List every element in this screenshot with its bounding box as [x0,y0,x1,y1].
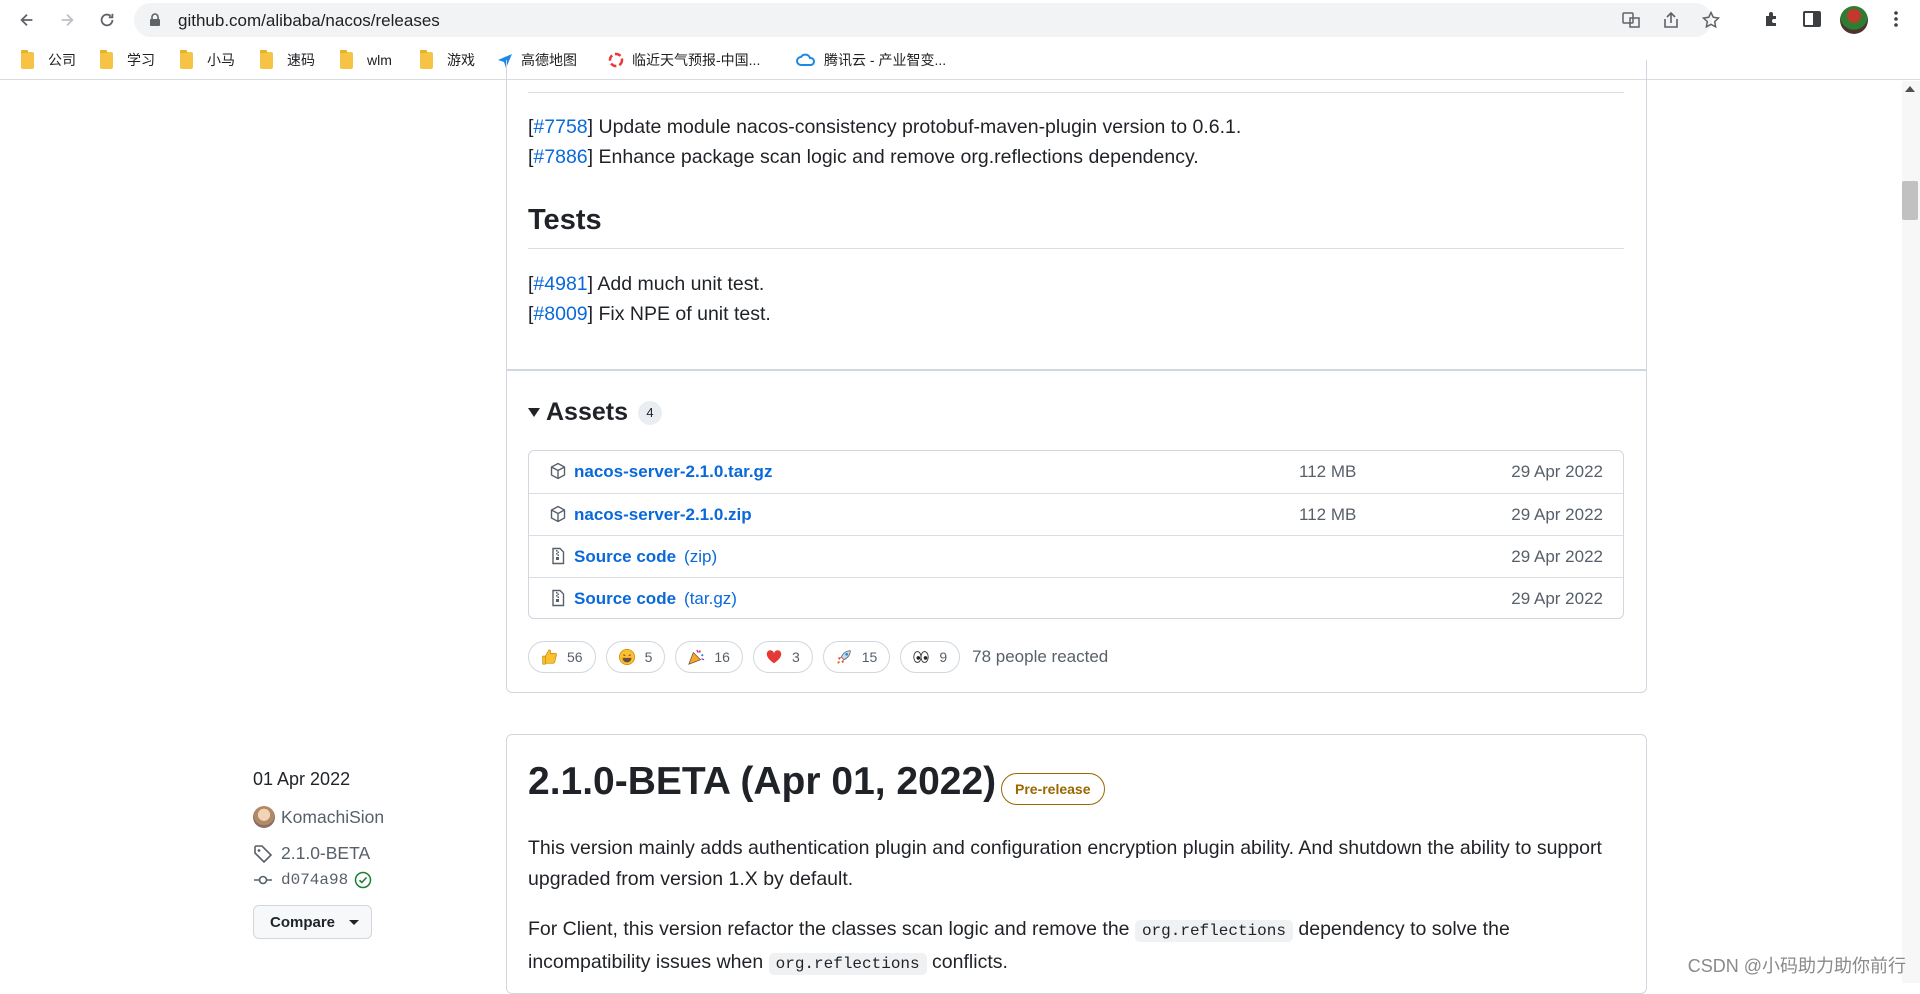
asset-row[interactable]: Source code (tar.gz) 29 Apr 2022 [529,577,1623,618]
divider [528,248,1624,249]
inline-code: org.reflections [768,953,927,975]
side-panel-icon[interactable] [1802,9,1822,29]
reaction-laugh[interactable]: 5 [605,641,666,673]
lock-icon [150,13,160,26]
folder-icon [21,49,34,69]
release-note-line: [#7886] Enhance package scan logic and r… [528,146,1199,168]
release-title[interactable]: 2.1.0-BETA (Apr 01, 2022) [528,760,996,804]
avatar[interactable] [253,806,275,828]
party-popper-icon [686,647,706,667]
package-icon [550,505,566,523]
share-icon[interactable] [1662,11,1680,29]
asset-link[interactable]: Source code (tar.gz) [574,589,737,609]
issue-link[interactable]: #7886 [533,146,587,168]
tag-icon [254,844,273,863]
release-description: This version mainly adds authentication … [528,837,1602,890]
eyes-icon [911,647,931,667]
verified-check-icon[interactable] [354,871,372,889]
reaction-hooray[interactable]: 16 [675,641,743,673]
file-zip-icon [552,547,565,565]
reaction-rocket[interactable]: 15 [822,641,891,673]
reload-button[interactable] [93,6,121,34]
scrollbar-thumb[interactable] [1902,181,1918,220]
asset-size: 112 MB [1299,505,1357,524]
asset-date: 29 Apr 2022 [1511,505,1603,524]
folder-icon [180,49,193,69]
git-commit-icon [254,875,272,885]
asset-row[interactable]: nacos-server-2.1.0.zip 112 MB 29 Apr 202… [529,493,1623,535]
section-heading: Tests [528,204,602,236]
assets-list: nacos-server-2.1.0.tar.gz 112 MB 29 Apr … [528,450,1624,619]
assets-title: Assets [546,398,628,426]
scroll-up-arrow[interactable] [1905,86,1915,92]
release-tag[interactable]: 2.1.0-BETA [253,843,370,864]
arrow-right-icon [61,13,74,27]
asset-row[interactable]: Source code (zip) 29 Apr 2022 [529,535,1623,577]
reactions-summary: 78 people reacted [972,647,1109,666]
caret-down-icon [528,408,540,417]
asset-link[interactable]: nacos-server-2.1.0.tar.gz [574,462,772,482]
issue-link[interactable]: #7758 [533,116,587,138]
reaction-thumbs-up[interactable]: 56 [528,641,596,673]
folder-icon [260,49,273,69]
arrow-left-icon [20,13,33,27]
divider [507,369,1646,371]
profile-avatar[interactable] [1840,6,1868,34]
issue-link[interactable]: #4981 [533,273,587,295]
asset-date: 29 Apr 2022 [1511,547,1603,566]
folder-icon [100,49,113,69]
release-date: 01 Apr 2022 [253,769,351,789]
asset-link[interactable]: nacos-server-2.1.0.zip [574,505,752,525]
bookmark-folder[interactable]: wlm [340,49,392,70]
reaction-eyes[interactable]: 9 [900,641,961,673]
watermark: CSDN @小码助力助你前行 [1687,956,1906,976]
back-button[interactable] [13,6,41,34]
compare-button[interactable]: Compare [253,905,372,939]
bookmark-folder[interactable]: 小马 [180,49,235,70]
triangle-down-icon [349,919,360,925]
assets-toggle[interactable]: Assets 4 [528,398,662,427]
star-icon[interactable] [1702,11,1720,29]
url-text[interactable]: github.com/alibaba/nacos/releases [178,11,440,31]
rocket-icon [834,647,854,667]
package-icon [550,462,566,480]
asset-size: 112 MB [1299,462,1357,481]
bookmark-folder[interactable]: 公司 [21,49,76,70]
bookmark-folder[interactable]: 游戏 [420,49,475,70]
release-commit[interactable]: d074a98 [253,870,372,890]
release-note-line: [#4981] Add much unit test. [528,273,765,295]
asset-date: 29 Apr 2022 [1511,462,1603,481]
asset-row[interactable]: nacos-server-2.1.0.tar.gz 112 MB 29 Apr … [529,451,1623,493]
extensions-icon[interactable] [1762,9,1782,29]
reactions-bar: 56 5 16 3 15 9 78 people reacted [528,641,1108,673]
translate-icon[interactable] [1622,11,1640,29]
assets-count-badge: 4 [638,400,662,425]
release-author[interactable]: KomachiSion [253,806,384,828]
folder-icon [340,49,353,69]
release-note-line: [#8009] Fix NPE of unit test. [528,303,771,325]
issue-link[interactable]: #8009 [533,303,587,325]
inline-code: org.reflections [1134,920,1293,942]
forward-button[interactable] [53,6,81,34]
browser-toolbar: github.com/alibaba/nacos/releases [0,0,1920,40]
laugh-icon [617,647,637,667]
reaction-heart[interactable]: 3 [752,641,813,673]
bookmark-folder[interactable]: 学习 [100,49,155,70]
file-zip-icon [552,589,565,607]
release-note-line: [#7758] Update module nacos-consistency … [528,116,1242,138]
asset-date: 29 Apr 2022 [1511,589,1603,608]
menu-dots-icon[interactable] [1886,9,1906,29]
folder-icon [420,49,433,69]
thumbs-up-icon [539,647,559,667]
address-bar[interactable]: github.com/alibaba/nacos/releases [134,3,1720,37]
reload-icon [100,13,114,27]
release-description: For Client, this version refactor the cl… [528,918,1510,975]
asset-link[interactable]: Source code (zip) [574,547,717,567]
pre-release-badge: Pre-release [1001,773,1105,805]
divider [528,92,1624,93]
bookmark-folder[interactable]: 速码 [260,49,315,70]
heart-icon [764,647,784,667]
